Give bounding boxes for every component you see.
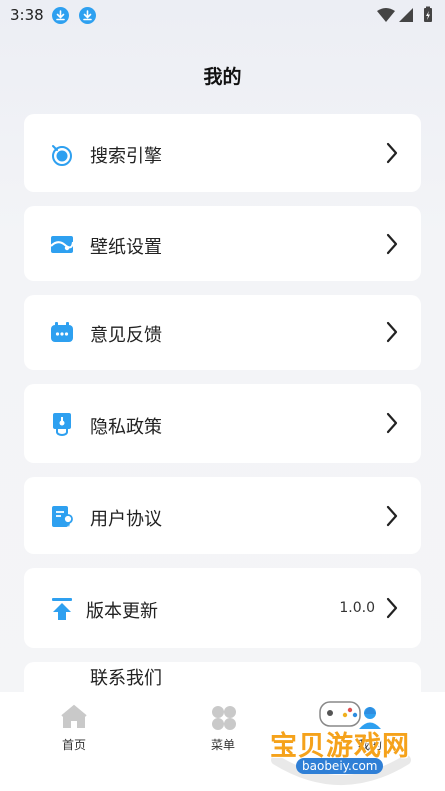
watermark: 宝贝游戏网 baobeiy.com	[266, 700, 416, 788]
menu-item-label: 隐私政策	[90, 417, 162, 438]
chevron-right-icon	[386, 505, 398, 527]
chevron-right-icon	[386, 412, 398, 434]
tab-home[interactable]: 首页	[24, 692, 124, 762]
chevron-right-icon	[386, 597, 398, 619]
feedback-icon	[51, 322, 73, 342]
page-title: 我的	[203, 66, 242, 88]
watermark-url: baobeiy.com	[296, 758, 384, 774]
user-agreement-icon	[52, 506, 73, 527]
chevron-right-icon	[386, 321, 398, 343]
menu-item-version-update[interactable]: 版本更新 1.0.0	[24, 568, 421, 648]
privacy-lock-icon	[53, 413, 71, 436]
tab-menu[interactable]: 菜单	[173, 692, 273, 762]
version-number: 1.0.0	[339, 600, 375, 616]
tab-label: 首页	[61, 738, 86, 752]
clover-menu-icon	[212, 706, 236, 730]
menu-item-label: 用户协议	[90, 509, 162, 530]
menu-item-label: 版本更新	[86, 601, 158, 622]
menu-item-label: 搜索引擎	[90, 146, 162, 167]
home-icon	[61, 704, 87, 728]
menu-item-user-agreement[interactable]: 用户协议	[24, 477, 421, 554]
status-bar: 3:38	[0, 0, 445, 32]
download-notification-icon	[79, 7, 96, 24]
menu-item-privacy-policy[interactable]: 隐私政策	[24, 384, 421, 463]
menu-item-search-engine[interactable]: 搜索引擎	[24, 114, 421, 192]
download-notification-icon	[52, 7, 69, 24]
tab-label: 菜单	[210, 738, 235, 752]
menu-item-wallpaper[interactable]: 壁纸设置	[24, 206, 421, 281]
wallpaper-icon	[50, 236, 74, 253]
system-status-icons	[377, 6, 432, 22]
chevron-right-icon	[386, 233, 398, 255]
menu-item-label: 意见反馈	[90, 325, 162, 346]
search-engine-icon	[52, 145, 72, 166]
status-time: 3:38	[10, 6, 44, 24]
menu-item-feedback[interactable]: 意见反馈	[24, 295, 421, 370]
upload-arrow-icon	[52, 598, 72, 620]
chevron-right-icon	[386, 142, 398, 164]
menu-item-label: 壁纸设置	[90, 237, 162, 258]
menu-item-label: 联系我们	[90, 668, 162, 689]
